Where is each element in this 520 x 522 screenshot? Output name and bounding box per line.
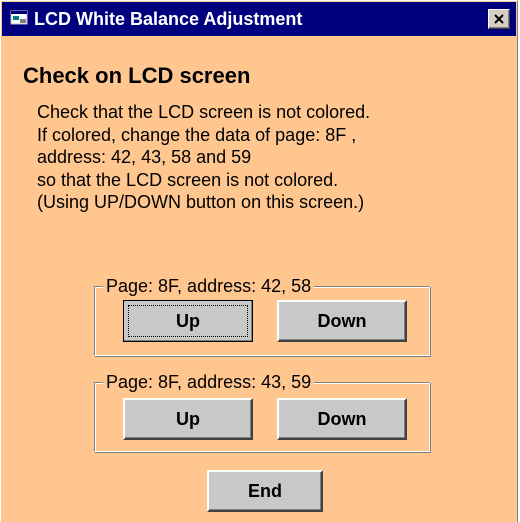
- up-button-43-59[interactable]: Up: [123, 398, 253, 440]
- title-bar[interactable]: LCD White Balance Adjustment: [2, 2, 516, 36]
- instruction-line: Check that the LCD screen is not colored…: [37, 102, 371, 122]
- up-button-42-58[interactable]: Up: [123, 300, 253, 342]
- close-button[interactable]: [488, 9, 510, 29]
- instructions-text: Check that the LCD screen is not colored…: [37, 101, 497, 214]
- lcd-white-balance-window: LCD White Balance Adjustment Check on LC…: [0, 0, 518, 522]
- down-button-43-59[interactable]: Down: [277, 398, 407, 440]
- group-legend: Page: 8F, address: 43, 59: [103, 371, 315, 393]
- window-title: LCD White Balance Adjustment: [34, 9, 303, 29]
- down-button-42-58[interactable]: Down: [277, 300, 407, 342]
- instruction-line: address: 42, 43, 58 and 59: [37, 147, 252, 168]
- instruction-line: (Using UP/DOWN button on this screen.): [37, 192, 365, 213]
- app-window-icon: [10, 10, 28, 26]
- end-button[interactable]: End: [207, 470, 323, 512]
- group-legend: Page: 8F, address: 42, 58: [103, 275, 315, 297]
- instruction-line: so that the LCD screen is not colored.: [37, 169, 339, 190]
- page-heading: Check on LCD screen: [23, 63, 251, 88]
- instruction-line: If colored, change the data of page: 8F …: [37, 124, 357, 145]
